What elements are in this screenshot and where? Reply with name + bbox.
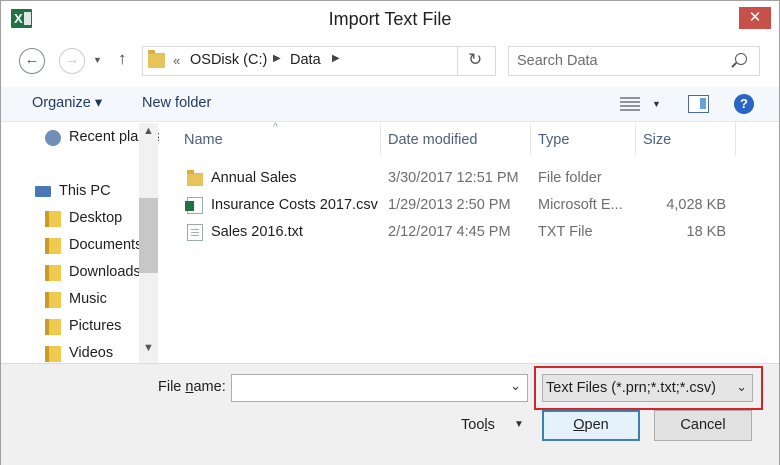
nav-item-label: Pictures — [69, 318, 122, 334]
file-name-input[interactable] — [236, 379, 496, 395]
file-name-label: File name: — [158, 379, 226, 395]
chevron-down-icon[interactable]: ⌄ — [736, 379, 747, 395]
breadcrumb-separator-icon[interactable]: ▶ — [273, 53, 281, 64]
nav-item-label: Videos — [69, 345, 114, 361]
scroll-down-icon[interactable]: ▼ — [143, 342, 154, 354]
tools-dropdown-icon[interactable]: ▼ — [514, 419, 524, 430]
command-toolbar: Organize ▾ New folder ▼ ? — [1, 87, 779, 122]
view-options-dropdown-icon[interactable]: ▼ — [652, 99, 661, 109]
title-bar: X Import Text File ✕ — [1, 1, 779, 37]
search-input[interactable] — [517, 53, 717, 69]
close-button[interactable]: ✕ — [739, 7, 771, 29]
documents-folder-icon — [45, 238, 61, 254]
file-type-select[interactable]: Text Files (*.prn;*.txt;*.csv) ⌄ — [542, 374, 753, 402]
file-list: ^ Name Date modified Type Size Annual Sa… — [159, 122, 779, 363]
up-one-level-button[interactable]: ↑ — [118, 49, 127, 69]
back-button[interactable]: ← — [19, 48, 45, 74]
sort-ascending-icon: ^ — [273, 122, 278, 133]
change-view-icon[interactable] — [620, 97, 640, 111]
breadcrumb-osdisk[interactable]: OSDisk (C:) — [190, 52, 267, 68]
nav-item-label: Documents — [69, 237, 143, 253]
scrollbar-thumb[interactable] — [139, 198, 158, 273]
forward-button[interactable]: → — [59, 48, 85, 74]
file-date-modified: 3/30/2017 12:51 PM — [388, 170, 519, 186]
dialog-footer: File name: ⌄ Text Files (*.prn;*.txt;*.c… — [1, 363, 779, 465]
folder-icon — [187, 170, 203, 186]
column-header-row: ^ Name Date modified Type Size — [159, 122, 779, 155]
column-divider[interactable] — [735, 123, 736, 155]
breadcrumb-data[interactable]: Data — [290, 52, 321, 68]
address-bar[interactable]: « OSDisk (C:) ▶ Data ▶ ↻ — [142, 46, 496, 76]
column-divider[interactable] — [380, 123, 381, 155]
tools-button[interactable]: Tools — [461, 417, 495, 433]
file-name: Sales 2016.txt — [211, 224, 303, 240]
nav-pane-scrollbar[interactable]: ▲ ▼ — [139, 123, 158, 363]
navigation-pane: Recent places This PC Desktop Documents … — [1, 123, 159, 363]
nav-item-label: This PC — [59, 183, 111, 199]
scroll-up-icon[interactable]: ▲ — [143, 125, 154, 137]
file-size: 4,028 KB — [666, 197, 726, 213]
file-row[interactable]: Insurance Costs 2017.csv 1/29/2013 2:50 … — [159, 192, 779, 219]
file-type: Microsoft E... — [538, 197, 623, 213]
search-box[interactable] — [508, 46, 760, 76]
address-divider — [457, 47, 458, 75]
recent-places-icon — [45, 130, 61, 146]
column-divider[interactable] — [635, 123, 636, 155]
new-folder-button[interactable]: New folder — [142, 95, 211, 111]
file-name: Annual Sales — [211, 170, 297, 186]
recent-locations-dropdown-icon[interactable]: ▼ — [93, 55, 102, 65]
file-row[interactable]: Sales 2016.txt 2/12/2017 4:45 PM TXT Fil… — [159, 219, 779, 246]
file-name-combobox[interactable]: ⌄ — [231, 374, 528, 402]
file-date-modified: 2/12/2017 4:45 PM — [388, 224, 511, 240]
file-size: 18 KB — [686, 224, 727, 240]
refresh-icon[interactable]: ↻ — [468, 50, 482, 70]
pictures-folder-icon — [45, 319, 61, 335]
file-type: TXT File — [538, 224, 593, 240]
column-header-size[interactable]: Size — [643, 132, 671, 148]
nav-item-label: Music — [69, 291, 107, 307]
help-icon[interactable]: ? — [734, 94, 754, 114]
computer-icon — [35, 186, 51, 197]
preview-pane-icon[interactable] — [688, 95, 709, 113]
videos-folder-icon — [45, 346, 61, 362]
column-header-name[interactable]: Name — [184, 132, 223, 148]
file-date-modified: 1/29/2013 2:50 PM — [388, 197, 511, 213]
import-text-file-dialog: X Import Text File ✕ ← → ▼ ↑ « OSDisk (C… — [0, 0, 780, 465]
music-folder-icon — [45, 292, 61, 308]
column-header-type[interactable]: Type — [538, 132, 569, 148]
cancel-button[interactable]: Cancel — [654, 410, 752, 441]
file-name: Insurance Costs 2017.csv — [211, 197, 378, 213]
window-title: Import Text File — [328, 9, 452, 29]
file-row[interactable]: Annual Sales 3/30/2017 12:51 PM File fol… — [159, 165, 779, 192]
excel-csv-file-icon — [185, 197, 203, 214]
search-icon[interactable] — [735, 53, 747, 65]
nav-item-label: Downloads — [69, 264, 141, 280]
nav-item-label: Desktop — [69, 210, 123, 226]
downloads-folder-icon — [45, 265, 61, 281]
chevron-down-icon[interactable]: ⌄ — [510, 378, 521, 394]
address-overflow-chevron[interactable]: « — [173, 53, 180, 68]
file-type: File folder — [538, 170, 602, 186]
text-file-icon — [187, 224, 203, 241]
file-type-selected-value: Text Files (*.prn;*.txt;*.csv) — [546, 380, 717, 396]
breadcrumb-separator-icon[interactable]: ▶ — [332, 53, 340, 64]
desktop-folder-icon — [45, 211, 61, 227]
column-header-date-modified[interactable]: Date modified — [388, 132, 477, 148]
open-button[interactable]: Open — [542, 410, 640, 441]
column-divider[interactable] — [530, 123, 531, 155]
folder-icon — [148, 50, 165, 68]
organize-button[interactable]: Organize ▾ — [32, 95, 102, 111]
